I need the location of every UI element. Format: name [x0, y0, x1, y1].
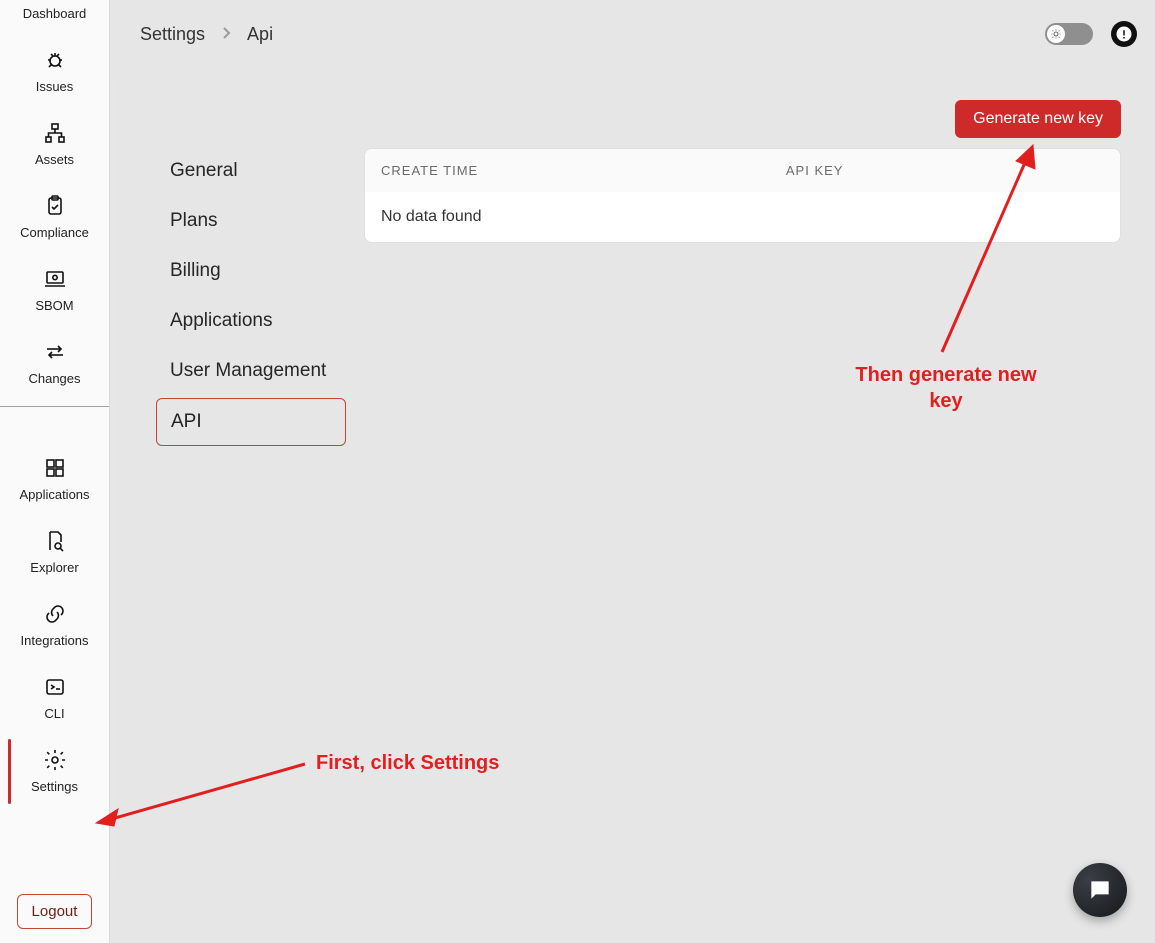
file-search-icon — [42, 528, 68, 554]
clipboard-check-icon — [42, 193, 68, 219]
terminal-icon — [42, 674, 68, 700]
gear-icon — [42, 747, 68, 773]
column-api-key: API KEY — [786, 163, 1104, 178]
sidebar-item-label: Dashboard — [23, 6, 87, 21]
sidebar-item-cli[interactable]: CLI — [0, 662, 109, 735]
sidebar-item-label: Explorer — [30, 560, 78, 575]
sidebar-item-applications[interactable]: Applications — [0, 443, 109, 516]
sidebar-item-label: Compliance — [20, 225, 89, 240]
breadcrumb-leaf: Api — [247, 24, 273, 45]
sidebar-item-assets[interactable]: Assets — [0, 108, 109, 181]
tab-user-management[interactable]: User Management — [156, 348, 346, 394]
sidebar-item-label: Issues — [36, 79, 74, 94]
chat-fab[interactable] — [1073, 863, 1127, 917]
link-icon — [42, 601, 68, 627]
tab-plans[interactable]: Plans — [156, 198, 346, 244]
notification-badge[interactable] — [1111, 21, 1137, 47]
vertical-divider — [118, 80, 120, 880]
panel-row: General Plans Billing Applications User … — [156, 148, 1121, 446]
logout-button[interactable]: Logout — [17, 894, 93, 929]
sidebar-item-issues[interactable]: Issues — [0, 35, 109, 108]
sidebar-item-label: CLI — [44, 706, 64, 721]
tab-general[interactable]: General — [156, 148, 346, 194]
sidebar-item-integrations[interactable]: Integrations — [0, 589, 109, 662]
sidebar: Dashboard Issues Assets Compliance SBOM — [0, 0, 110, 943]
breadcrumb-root[interactable]: Settings — [140, 24, 205, 45]
breadcrumb: Settings Api — [140, 24, 273, 45]
sun-icon — [1050, 28, 1062, 40]
transfer-icon — [42, 339, 68, 365]
settings-tabs: General Plans Billing Applications User … — [156, 148, 346, 446]
action-row: Generate new key — [156, 100, 1121, 138]
generate-key-button[interactable]: Generate new key — [955, 100, 1121, 138]
sidebar-item-label: Integrations — [21, 633, 89, 648]
sitemap-icon — [42, 120, 68, 146]
sidebar-item-label: Settings — [31, 779, 78, 794]
column-create-time: CREATE TIME — [381, 163, 786, 178]
bug-icon — [42, 47, 68, 73]
alert-icon — [1115, 25, 1133, 43]
chevron-right-icon — [221, 24, 231, 45]
table-header: CREATE TIME API KEY — [365, 149, 1120, 192]
sidebar-item-label: Applications — [19, 487, 89, 502]
chat-icon — [1087, 877, 1113, 903]
table-body: No data found — [365, 192, 1120, 242]
theme-toggle[interactable] — [1045, 23, 1093, 45]
sidebar-item-label: Changes — [28, 371, 80, 386]
sidebar-item-compliance[interactable]: Compliance — [0, 181, 109, 254]
sidebar-item-changes[interactable]: Changes — [0, 327, 109, 400]
sidebar-item-sbom[interactable]: SBOM — [0, 254, 109, 327]
grid-icon — [42, 455, 68, 481]
sidebar-item-label: SBOM — [35, 298, 73, 313]
table-empty-text: No data found — [381, 208, 482, 225]
logout-wrap: Logout — [0, 880, 109, 943]
theme-toggle-knob — [1047, 25, 1065, 43]
sidebar-item-settings[interactable]: Settings — [0, 735, 109, 808]
sidebar-group-bottom: Applications Explorer Integrations CLI S… — [0, 413, 109, 808]
topbar-right — [1045, 21, 1137, 47]
topbar: Settings Api — [122, 0, 1155, 68]
sidebar-divider — [0, 406, 109, 407]
main: Generate new key General Plans Billing A… — [122, 68, 1155, 943]
tab-applications[interactable]: Applications — [156, 298, 346, 344]
sidebar-item-label: Assets — [35, 152, 74, 167]
sidebar-item-dashboard[interactable]: Dashboard — [0, 0, 109, 35]
laptop-search-icon — [42, 266, 68, 292]
api-keys-table: CREATE TIME API KEY No data found — [364, 148, 1121, 243]
sidebar-item-explorer[interactable]: Explorer — [0, 516, 109, 589]
tab-api[interactable]: API — [156, 398, 346, 446]
content: Generate new key General Plans Billing A… — [122, 68, 1155, 478]
tab-billing[interactable]: Billing — [156, 248, 346, 294]
sidebar-group-top: Dashboard Issues Assets Compliance SBOM — [0, 0, 109, 400]
